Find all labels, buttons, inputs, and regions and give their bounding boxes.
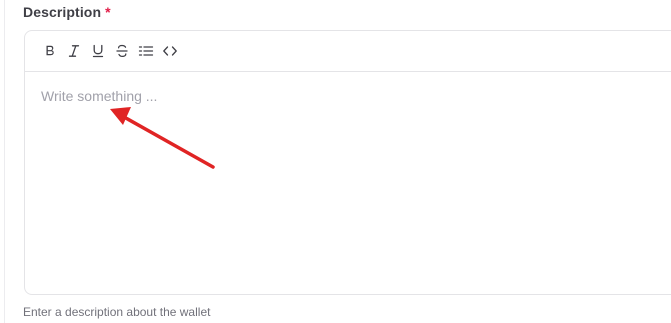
underline-icon: [92, 44, 104, 58]
required-asterisk: *: [105, 4, 111, 20]
bold-button[interactable]: [40, 41, 60, 61]
code-icon: [163, 46, 177, 56]
italic-button[interactable]: [64, 41, 84, 61]
description-label-text: Description: [23, 4, 102, 20]
editor-placeholder: Write something ...: [41, 88, 158, 104]
rich-text-editor: Write something ...: [24, 30, 671, 295]
list-button[interactable]: [136, 41, 156, 61]
description-label: Description *: [23, 4, 111, 20]
strikethrough-icon: [116, 44, 128, 58]
left-divider: [4, 0, 5, 323]
description-form-field: Description * Write something ... Enter …: [0, 0, 671, 323]
italic-icon: [68, 45, 80, 57]
list-icon: [138, 46, 154, 56]
field-hint: Enter a description about the wallet: [23, 305, 211, 319]
editor-content-area[interactable]: Write something ...: [25, 72, 671, 294]
bold-icon: [46, 45, 54, 56]
underline-button[interactable]: [88, 41, 108, 61]
editor-toolbar: [25, 31, 671, 72]
code-button[interactable]: [160, 41, 180, 61]
strikethrough-button[interactable]: [112, 41, 132, 61]
